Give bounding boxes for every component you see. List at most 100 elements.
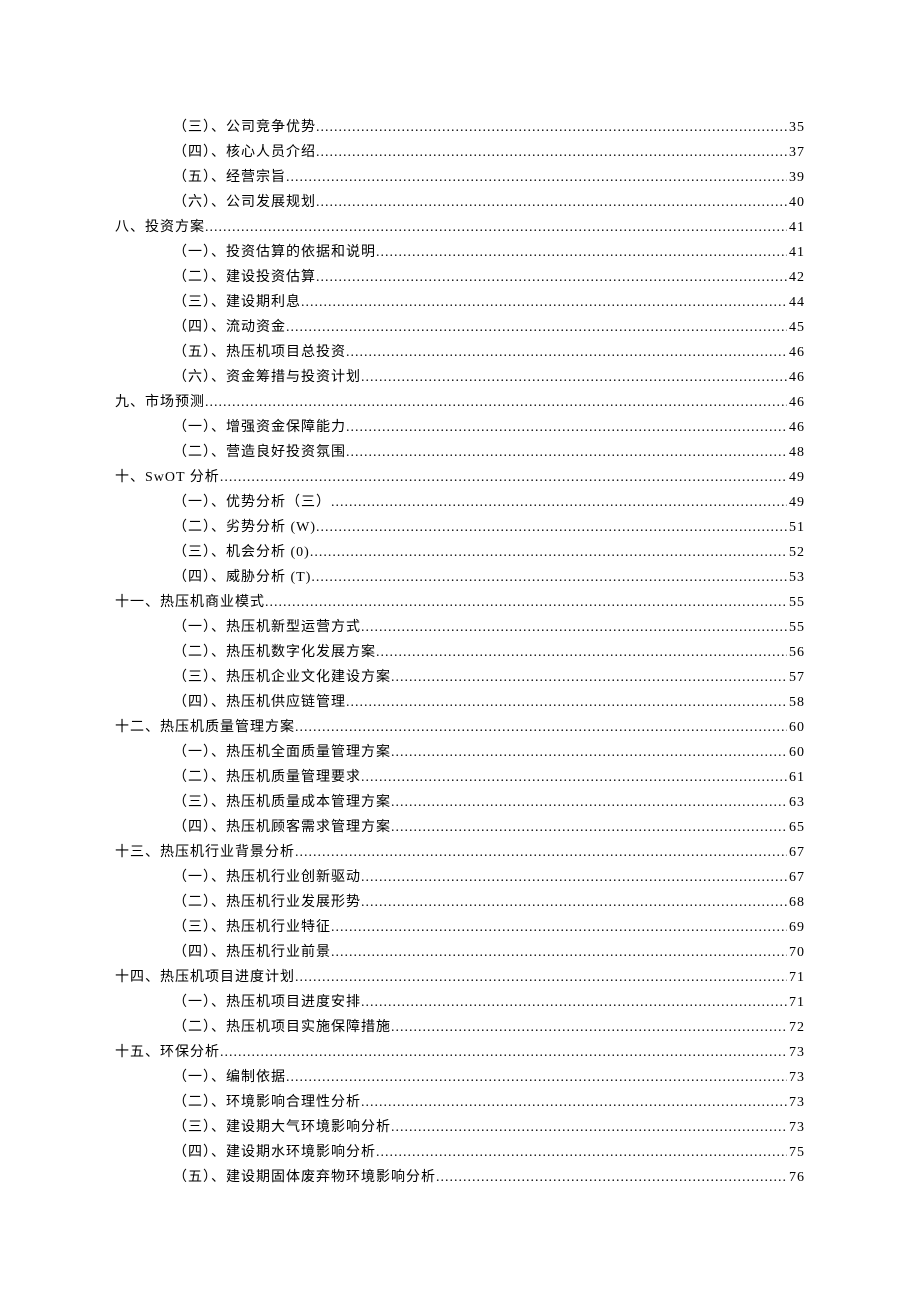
toc-entry: （二）、建设投资估算42	[173, 265, 805, 290]
toc-entry: （六）、资金筹措与投资计划46	[173, 365, 805, 390]
toc-entry: 十四、热压机项目进度计划 71	[115, 965, 805, 990]
toc-leader-dots	[376, 640, 787, 665]
toc-entry-label: 十二、热压机质量管理方案	[115, 715, 295, 740]
toc-entry-label: （二）、热压机数字化发展方案	[173, 640, 376, 665]
toc-leader-dots	[346, 440, 787, 465]
toc-entry-page: 55	[787, 590, 805, 615]
toc-entry-label: （二）、劣势分析 (W)	[173, 515, 316, 540]
toc-entry-label: （三）、建设期利息	[173, 290, 301, 315]
toc-leader-dots	[346, 340, 787, 365]
toc-entry-page: 61	[787, 765, 805, 790]
toc-leader-dots	[346, 690, 787, 715]
toc-leader-dots	[316, 515, 787, 540]
toc-entry-page: 41	[787, 240, 805, 265]
toc-entry-label: （一）、编制依据	[173, 1065, 286, 1090]
toc-leader-dots	[361, 890, 787, 915]
toc-leader-dots	[311, 565, 787, 590]
toc-entry: 十五、环保分析 73	[115, 1040, 805, 1065]
toc-entry: （一）、热压机行业创新驱动67	[173, 865, 805, 890]
toc-entry-label: （四）、建设期水环境影响分析	[173, 1140, 376, 1165]
toc-entry-page: 58	[787, 690, 805, 715]
toc-entry-page: 71	[787, 990, 805, 1015]
toc-entry-page: 40	[787, 190, 805, 215]
toc-leader-dots	[286, 1065, 787, 1090]
toc-entry-label: （四）、核心人员介绍	[173, 140, 316, 165]
toc-entry-label: 十三、热压机行业背景分析	[115, 840, 295, 865]
toc-entry-page: 37	[787, 140, 805, 165]
toc-entry-page: 48	[787, 440, 805, 465]
toc-leader-dots	[361, 865, 787, 890]
toc-entry-label: （一）、热压机新型运营方式	[173, 615, 361, 640]
toc-entry: 九、市场预测 46	[115, 390, 805, 415]
toc-page: （三）、公司竞争优势35（四）、核心人员介绍37（五）、经营宗旨39（六）、公司…	[0, 0, 920, 1190]
toc-entry-label: （四）、热压机顾客需求管理方案	[173, 815, 391, 840]
toc-entry-page: 67	[787, 865, 805, 890]
toc-leader-dots	[361, 990, 787, 1015]
toc-entry-label: 十四、热压机项目进度计划	[115, 965, 295, 990]
toc-leader-dots	[295, 715, 787, 740]
toc-entry-page: 45	[787, 315, 805, 340]
toc-entry: （四）、热压机供应链管理 58	[173, 690, 805, 715]
toc-entry-label: （四）、热压机供应链管理	[173, 690, 346, 715]
toc-entry: （五）、热压机项目总投资46	[173, 340, 805, 365]
toc-leader-dots	[220, 465, 787, 490]
toc-entry-page: 73	[787, 1090, 805, 1115]
toc-entry-page: 71	[787, 965, 805, 990]
toc-leader-dots	[391, 790, 787, 815]
toc-entry-label: （一）、优势分析（三）	[173, 490, 331, 515]
toc-entry: 十三、热压机行业背景分析 67	[115, 840, 805, 865]
toc-entry: 十二、热压机质量管理方案 60	[115, 715, 805, 740]
toc-entry: （五）、经营宗旨39	[173, 165, 805, 190]
toc-entry: （二）、热压机质量管理要求 61	[173, 765, 805, 790]
toc-entry-page: 70	[787, 940, 805, 965]
toc-entry: （二）、热压机行业发展形势68	[173, 890, 805, 915]
toc-entry: （四）、热压机顾客需求管理方案65	[173, 815, 805, 840]
toc-list: （三）、公司竞争优势35（四）、核心人员介绍37（五）、经营宗旨39（六）、公司…	[115, 115, 805, 1190]
toc-entry: （一）、增强资金保障能力 46	[173, 415, 805, 440]
toc-leader-dots	[220, 1040, 787, 1065]
toc-entry-label: （三）、机会分析 (0)	[173, 540, 310, 565]
toc-leader-dots	[391, 815, 787, 840]
toc-leader-dots	[391, 1015, 787, 1040]
toc-entry: （三）、热压机行业特征 69	[173, 915, 805, 940]
toc-entry-page: 57	[787, 665, 805, 690]
toc-entry-page: 46	[787, 390, 805, 415]
toc-entry-label: 十五、环保分析	[115, 1040, 220, 1065]
toc-entry: 十、SwOT 分析 49	[115, 465, 805, 490]
toc-entry: （一）、编制依据73	[173, 1065, 805, 1090]
toc-entry: （一）、热压机项目进度安排71	[173, 990, 805, 1015]
toc-leader-dots	[361, 365, 787, 390]
toc-entry-page: 60	[787, 740, 805, 765]
toc-entry-page: 55	[787, 615, 805, 640]
toc-entry-page: 73	[787, 1115, 805, 1140]
toc-entry-page: 69	[787, 915, 805, 940]
toc-leader-dots	[391, 740, 787, 765]
toc-leader-dots	[310, 540, 787, 565]
toc-leader-dots	[376, 1140, 787, 1165]
toc-entry-label: （一）、热压机全面质量管理方案	[173, 740, 391, 765]
toc-entry-label: （五）、建设期固体废弃物环境影响分析	[173, 1165, 436, 1190]
toc-entry-label: （四）、热压机行业前景	[173, 940, 331, 965]
toc-entry-label: （二）、建设投资估算	[173, 265, 316, 290]
toc-entry-label: （一）、增强资金保障能力	[173, 415, 346, 440]
toc-entry-label: 十、SwOT 分析	[115, 465, 220, 490]
toc-entry-page: 72	[787, 1015, 805, 1040]
toc-entry: （一）、优势分析（三） 49	[173, 490, 805, 515]
toc-entry: （一）、热压机全面质量管理方案 60	[173, 740, 805, 765]
toc-entry: （三）、热压机企业文化建设方案57	[173, 665, 805, 690]
toc-entry: （二）、热压机项目实施保障措施72	[173, 1015, 805, 1040]
toc-entry-page: 46	[787, 415, 805, 440]
toc-entry-label: （六）、公司发展规划	[173, 190, 316, 215]
toc-entry-label: （四）、流动资金	[173, 315, 286, 340]
toc-entry: （二）、劣势分析 (W) 51	[173, 515, 805, 540]
toc-leader-dots	[205, 390, 787, 415]
toc-entry-page: 49	[787, 490, 805, 515]
toc-entry: （三）、建设期大气环境影响分析73	[173, 1115, 805, 1140]
toc-leader-dots	[316, 265, 787, 290]
toc-leader-dots	[286, 315, 787, 340]
toc-entry-label: 九、市场预测	[115, 390, 205, 415]
toc-leader-dots	[295, 840, 787, 865]
toc-entry-label: （二）、热压机质量管理要求	[173, 765, 361, 790]
toc-entry-label: （三）、热压机行业特征	[173, 915, 331, 940]
toc-leader-dots	[331, 915, 787, 940]
